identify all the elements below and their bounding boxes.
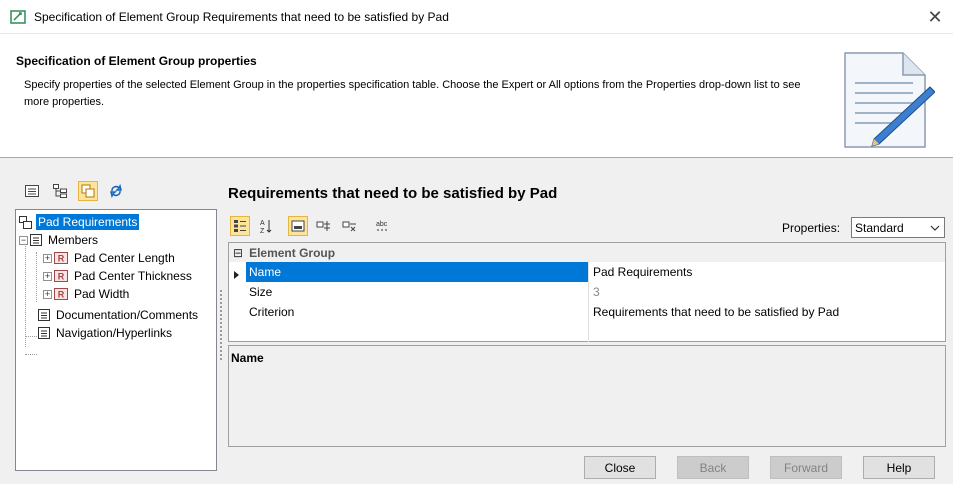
collapse-all-icon[interactable]: [340, 216, 360, 236]
svg-text:Z: Z: [260, 228, 265, 234]
close-window-icon[interactable]: ✕: [917, 0, 953, 34]
tree-toolbar: [22, 181, 126, 201]
tree-item-pad-center-thickness[interactable]: + R Pad Center Thickness: [43, 267, 194, 285]
tree-item-navigation[interactable]: Navigation/Hyperlinks: [38, 324, 174, 342]
header-panel: Specification of Element Group propertie…: [0, 34, 953, 158]
window-title: Specification of Element Group Requireme…: [34, 9, 449, 24]
back-button[interactable]: Back: [677, 456, 749, 479]
requirement-icon: R: [54, 252, 68, 264]
property-value: 3: [593, 285, 600, 299]
forward-button[interactable]: Forward: [770, 456, 842, 479]
tree-item-label: Pad Width: [74, 287, 130, 301]
property-value[interactable]: Pad Requirements: [590, 262, 692, 282]
sort-az-icon[interactable]: AZ: [256, 216, 276, 236]
element-group-row[interactable]: ⊟ Element Group: [229, 243, 945, 262]
properties-table: ⊟ Element Group Name Pad Requirements Si…: [228, 242, 946, 342]
collapse-icon[interactable]: −: [19, 235, 28, 245]
document-pencil-icon: [835, 47, 936, 155]
tree-item-pad-requirements[interactable]: Pad Requirements: [19, 213, 140, 231]
table-row[interactable]: Criterion Requirements that need to be s…: [229, 302, 945, 322]
description-panel: Name: [228, 345, 946, 447]
requirement-icon: R: [54, 288, 68, 300]
description-toggle-icon[interactable]: [288, 216, 308, 236]
members-icon: [30, 234, 42, 246]
tree-item-label: Pad Center Length: [74, 251, 175, 265]
expand-icon[interactable]: +: [43, 253, 52, 263]
element-group-icon: [19, 215, 32, 229]
svg-text:A: A: [260, 220, 265, 227]
row-pointer-icon: [234, 268, 240, 282]
title-bar: Specification of Element Group Requireme…: [0, 0, 953, 34]
chevron-down-icon: [930, 222, 940, 236]
tree-item-members[interactable]: − Members: [19, 231, 100, 249]
svg-text:abc: abc: [376, 221, 388, 228]
expand-icon[interactable]: +: [43, 271, 52, 281]
navigation-icon: [38, 327, 50, 339]
property-name: Name: [246, 262, 588, 282]
properties-label: Properties:: [782, 221, 841, 235]
properties-dropdown-value: Standard: [855, 220, 904, 235]
tree-item-documentation[interactable]: Documentation/Comments: [38, 306, 200, 324]
header-title: Specification of Element Group propertie…: [16, 54, 257, 68]
svg-text:R: R: [58, 272, 65, 282]
tree-item-label: Pad Center Thickness: [74, 269, 192, 283]
categorized-view-icon[interactable]: [230, 216, 250, 236]
property-name: Size: [249, 285, 273, 299]
property-value[interactable]: Requirements that need to be satisfied b…: [590, 302, 839, 322]
panel-splitter[interactable]: [220, 290, 225, 360]
help-button[interactable]: Help: [863, 456, 935, 479]
close-button[interactable]: Close: [584, 456, 656, 479]
tree-item-label: Pad Requirements: [36, 214, 140, 230]
expand-all-icon[interactable]: [314, 216, 334, 236]
tree-item-pad-width[interactable]: + R Pad Width: [43, 285, 131, 303]
refresh-icon[interactable]: [106, 181, 126, 201]
app-icon: [10, 9, 26, 25]
tree-item-pad-center-length[interactable]: + R Pad Center Length: [43, 249, 177, 267]
table-row[interactable]: Name Pad Requirements: [229, 262, 945, 282]
header-description: Specify properties of the selected Eleme…: [24, 79, 801, 108]
property-name: Criterion: [249, 305, 295, 319]
description-title: Name: [231, 351, 264, 365]
svg-text:R: R: [58, 254, 65, 264]
properties-dropdown[interactable]: Standard: [851, 217, 945, 238]
tree-panel: Pad Requirements − Members + R Pad Cente…: [15, 209, 217, 471]
copy-mode-icon[interactable]: [78, 181, 98, 201]
svg-text:R: R: [58, 290, 65, 300]
tree-item-label: Members: [48, 233, 99, 247]
expand-icon[interactable]: +: [43, 289, 52, 299]
list-view-icon[interactable]: [22, 181, 42, 201]
tree-view-icon[interactable]: [50, 181, 70, 201]
spell-check-icon[interactable]: abc: [372, 216, 392, 236]
requirement-icon: R: [54, 270, 68, 282]
tree-item-label: Documentation/Comments: [56, 308, 199, 322]
group-collapse-icon[interactable]: ⊟: [233, 246, 243, 260]
tree-item-label: Navigation/Hyperlinks: [56, 326, 173, 340]
table-row[interactable]: Size 3: [229, 282, 945, 302]
group-label: Element Group: [249, 245, 336, 260]
spec-title: Requirements that need to be satisfied b…: [228, 185, 558, 202]
properties-toolbar: AZ abc: [230, 216, 392, 236]
documentation-icon: [38, 309, 50, 321]
